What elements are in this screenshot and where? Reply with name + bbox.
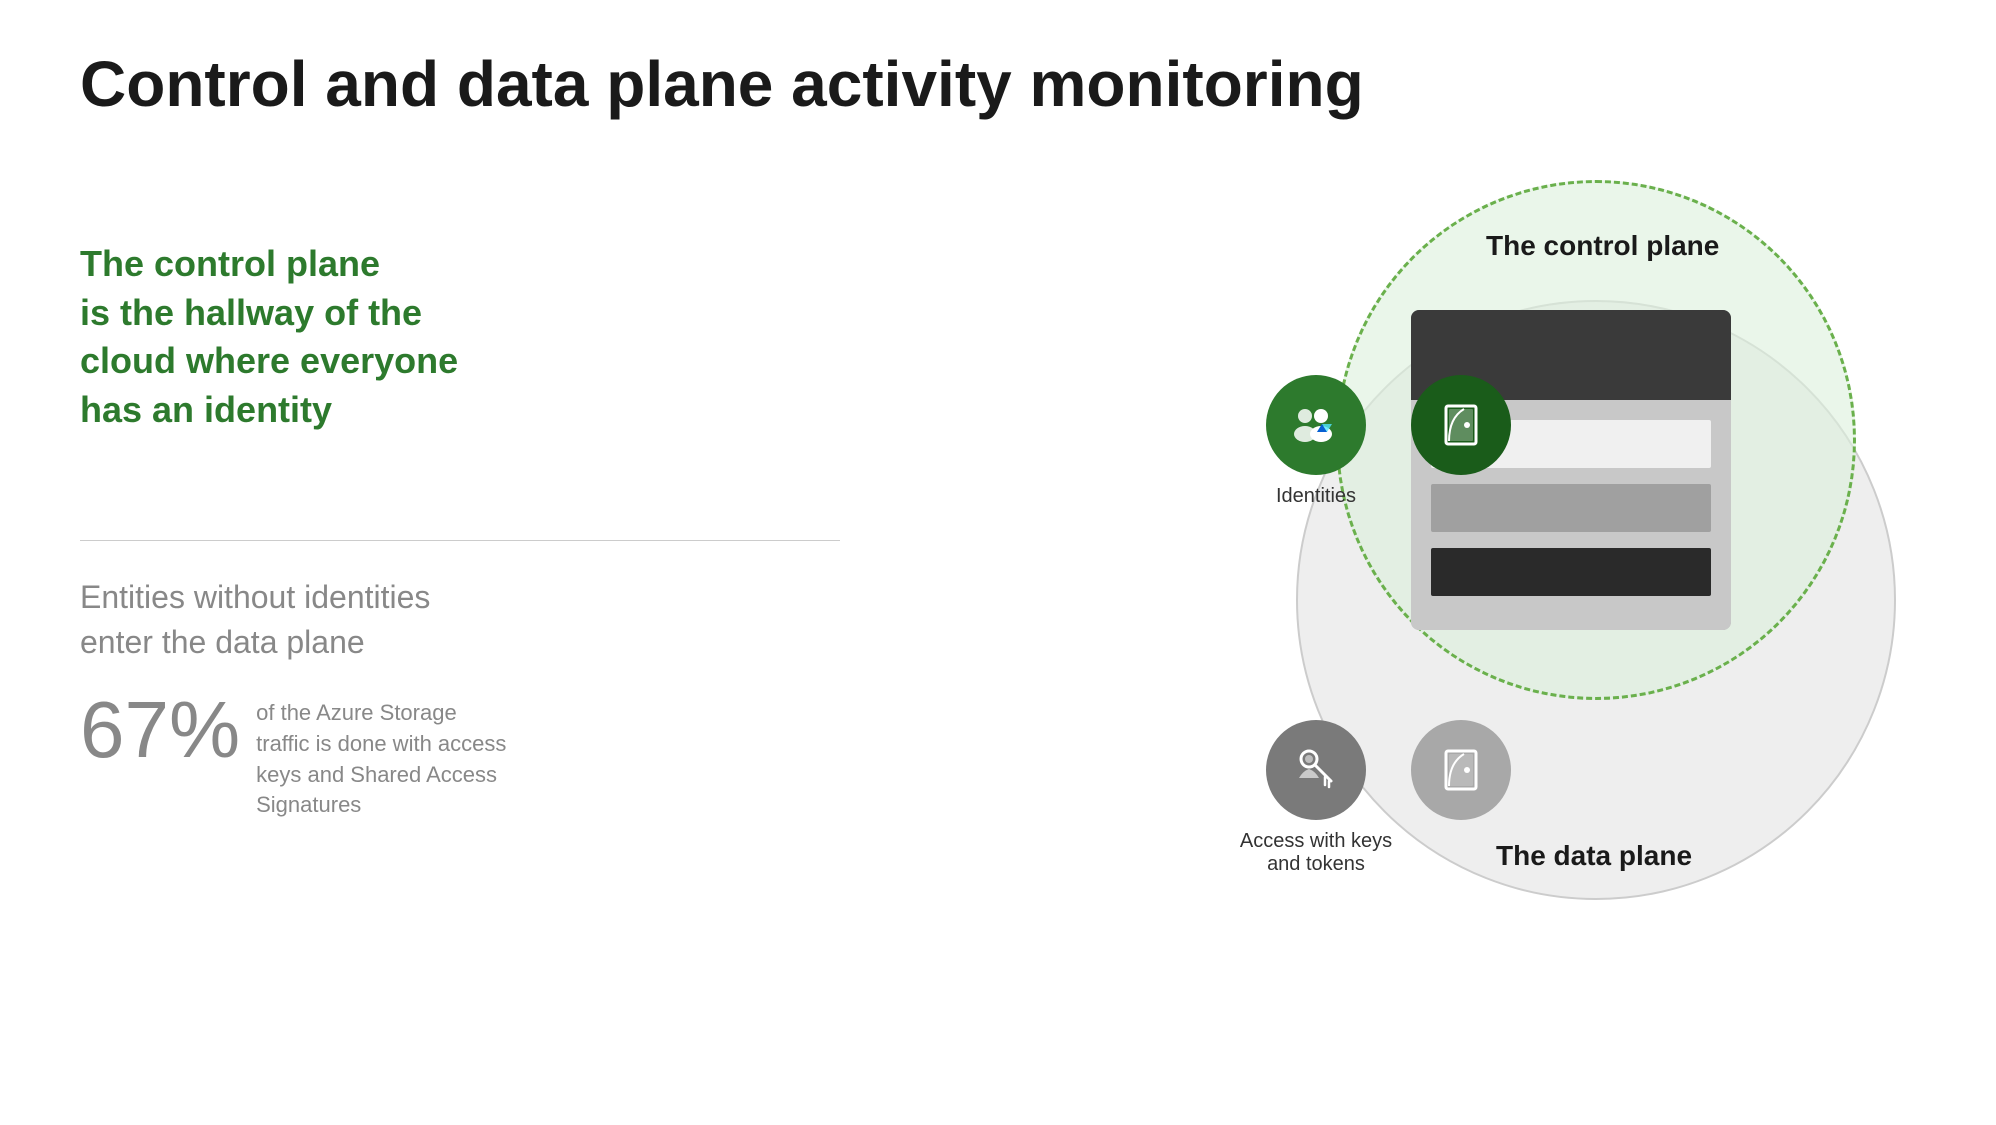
control-plane-label: The control plane <box>1486 230 1719 262</box>
people-icon <box>1289 398 1343 452</box>
page-title: Control and data plane activity monitori… <box>80 48 1364 122</box>
control-door-icon-circle <box>1411 375 1511 475</box>
data-plane-label: The data plane <box>1496 840 1692 872</box>
identities-icon-circle <box>1266 375 1366 475</box>
resource-row-3 <box>1431 548 1711 596</box>
access-label: Access with keysand tokens <box>1236 830 1396 876</box>
stat-section: 67% of the Azure Storage traffic is done… <box>80 690 516 821</box>
stat-description: of the Azure Storage traffic is done wit… <box>256 690 516 821</box>
section-divider <box>80 540 840 541</box>
key-icon <box>1289 743 1343 797</box>
data-door-icon <box>1434 743 1488 797</box>
door-icon <box>1434 398 1488 452</box>
resource-row-2 <box>1431 484 1711 532</box>
data-door-icon-circle <box>1411 720 1511 820</box>
identities-label: Identities <box>1246 485 1386 508</box>
entities-text: Entities without identities enter the da… <box>80 575 430 665</box>
stat-number: 67% <box>80 690 240 770</box>
control-plane-heading: The control plane is the hallway of the … <box>80 240 600 434</box>
access-icon-circle <box>1266 720 1366 820</box>
left-panel: The control plane is the hallway of the … <box>80 240 600 434</box>
diagram: The control plane The data plane <box>1216 180 1936 940</box>
